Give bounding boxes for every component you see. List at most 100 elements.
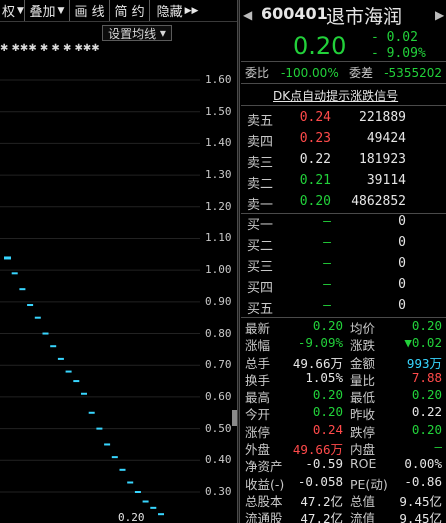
stats-row: 涨幅 -9.09% 涨跌 ▼0.02 <box>241 335 446 354</box>
sell-volume: 49424 <box>366 131 406 146</box>
next-stock-icon[interactable]: ▶ <box>435 8 444 22</box>
signal-stars: ✱ ✱✱✱ ✱ ✱ ✱ ✱✱✱ <box>0 43 100 54</box>
sell-level-label: 卖五 <box>247 114 274 129</box>
stat-value-right: 993万 <box>406 355 442 371</box>
kline-candle <box>158 513 164 516</box>
order-diff-label: 委差 <box>349 66 374 80</box>
kline-candle <box>65 370 72 373</box>
rights-adjust-button[interactable]: 权 ▼ <box>0 0 25 21</box>
buy-volume: 0 <box>398 298 406 313</box>
double-chevron-right-icon: ▶▶ <box>184 5 199 16</box>
signal-banner-link[interactable]: DK点自动提示涨跌信号 <box>273 87 398 104</box>
panel-divider[interactable] <box>237 0 240 523</box>
stat-value-left: -0.058 <box>297 473 343 489</box>
sell-row[interactable]: 卖三 0.22 181923 <box>241 150 446 171</box>
stats-row: 今开 0.20 昨收 0.22 <box>241 404 446 423</box>
sell-price: 0.21 <box>299 173 331 188</box>
chevron-down-icon: ▼ <box>57 5 65 16</box>
buy-orders: 买一 — 0 买二 — 0 买三 — 0 买四 — 0 买五 — 0 <box>241 212 446 318</box>
kline-candle <box>104 443 111 446</box>
stats-row: 总股本 47.2亿 总值 9.45亿 <box>241 491 446 509</box>
stats-row: 涨停 0.24 跌停 0.20 <box>241 421 446 440</box>
stat-value-left: 0.20 <box>312 318 343 333</box>
stat-label-right: 昨收 <box>350 407 376 423</box>
stat-value-left: -0.59 <box>305 456 343 472</box>
buy-row[interactable]: 买二 — 0 <box>241 233 446 254</box>
hide-button[interactable]: 隐藏 ▶▶ <box>150 0 205 21</box>
sell-volume: 181923 <box>359 152 406 167</box>
sell-price: 0.22 <box>299 152 331 167</box>
sell-price: 0.24 <box>299 110 331 125</box>
current-price: 0.20 <box>293 32 347 60</box>
kline-candle <box>119 468 126 471</box>
stat-label-left: 涨幅 <box>245 338 271 354</box>
stats-row: 外盘 49.66万 内盘 — <box>241 439 446 458</box>
y-axis-tick-label: 1.10 <box>205 231 232 245</box>
buy-volume: 0 <box>398 235 406 250</box>
stat-value-left: 0.20 <box>312 387 343 403</box>
sell-row[interactable]: 卖二 0.21 39114 <box>241 171 446 192</box>
sell-level-label: 卖三 <box>247 156 274 171</box>
stat-value-left: 49.66万 <box>292 442 343 458</box>
kline-candle <box>11 272 18 275</box>
stat-label-left: 流通股 <box>245 511 283 523</box>
stat-value-right: 9.45亿 <box>399 511 442 523</box>
kline-candle <box>19 288 26 291</box>
kline-chart[interactable]: 设置均线 ▾ ✱ ✱✱✱ ✱ ✱ ✱ ✱✱✱ 1.60 1.50 1.40 1.30 1… <box>0 22 238 523</box>
prev-stock-icon[interactable]: ◀ <box>243 8 252 22</box>
buy-row[interactable]: 买四 — 0 <box>241 275 446 296</box>
stat-label-right: 最低 <box>350 390 376 406</box>
stat-value-right: -0.86 <box>404 473 442 489</box>
y-axis-tick-label: 0.40 <box>205 453 232 467</box>
kline-candle <box>27 304 34 307</box>
kline-chart-svg <box>0 79 200 516</box>
stat-label-right: 跌停 <box>350 424 376 440</box>
y-axis-tick-label: 0.70 <box>205 358 232 372</box>
y-axis-tick-label: 1.30 <box>205 168 232 182</box>
sell-row[interactable]: 卖四 0.23 49424 <box>241 129 446 150</box>
stat-label-right: 内盘 <box>350 442 376 458</box>
kline-candle <box>142 500 149 503</box>
buy-row[interactable]: 买五 — 0 <box>241 296 446 317</box>
sell-level-label: 卖二 <box>247 177 274 192</box>
buy-volume: 0 <box>398 256 406 271</box>
stat-label-right: 金额 <box>350 355 376 371</box>
buy-row[interactable]: 买一 — 0 <box>241 212 446 233</box>
sell-volume: 4862852 <box>351 194 406 209</box>
buy-price: — <box>323 277 331 292</box>
signal-banner[interactable]: DK点自动提示涨跌信号 <box>241 84 446 106</box>
buy-row[interactable]: 买三 — 0 <box>241 254 446 275</box>
stat-value-right: 0.00% <box>404 456 442 472</box>
y-axis-tick-label: 1.40 <box>205 136 232 150</box>
overlay-button[interactable]: 叠加 ▼ <box>25 0 70 21</box>
sell-row[interactable]: 卖五 0.24 221889 <box>241 108 446 129</box>
stat-value-right: — <box>434 439 442 455</box>
stat-label-left: 净资产 <box>245 459 283 475</box>
stat-label-left: 总手 <box>245 355 271 371</box>
stat-value-left: 0.24 <box>312 421 343 437</box>
y-axis-tick-label: 0.80 <box>205 326 232 340</box>
kline-candle <box>111 456 118 459</box>
y-axis-tick-label: 1.20 <box>205 199 232 213</box>
kline-candle <box>134 491 141 493</box>
kline-candle <box>50 345 57 348</box>
stats-table: 最新 0.20 均价 0.20 涨幅 -9.09% 涨跌 ▼0.02 总手 49.66万 金额 993… <box>241 318 446 523</box>
kline-candle <box>127 481 134 484</box>
y-axis-tick-label: 1.50 <box>205 104 232 118</box>
quote-panel: ◀ 600401 退市海润 ▶ 0.20 - 0.02 - 9.09% 委比 -… <box>241 0 446 523</box>
simple-mode-button[interactable]: 简 约 <box>110 0 150 21</box>
draw-line-button[interactable]: 画 线 <box>70 0 110 21</box>
quote-header: ◀ 600401 退市海润 ▶ 0.20 - 0.02 - 9.09% <box>241 0 446 62</box>
kline-candle <box>4 256 11 260</box>
hide-label: 隐藏 <box>156 5 183 20</box>
order-diff-value: -5355202 <box>384 65 442 80</box>
buy-level-label: 买一 <box>247 218 274 233</box>
kline-candle <box>73 380 80 383</box>
ma-settings-button[interactable]: 设置均线 ▾ <box>102 25 172 41</box>
stat-value-left: 47.2亿 <box>300 511 343 523</box>
sell-row[interactable]: 卖一 0.20 4862852 <box>241 192 446 213</box>
y-axis-tick-label: 0.30 <box>205 485 232 498</box>
chart-toolbar: 权 ▼ 叠加 ▼ 画 线 简 约 隐藏 ▶▶ <box>0 0 237 22</box>
stock-code: 600401 <box>261 4 328 23</box>
stat-label-right: 涨跌 <box>350 338 376 354</box>
